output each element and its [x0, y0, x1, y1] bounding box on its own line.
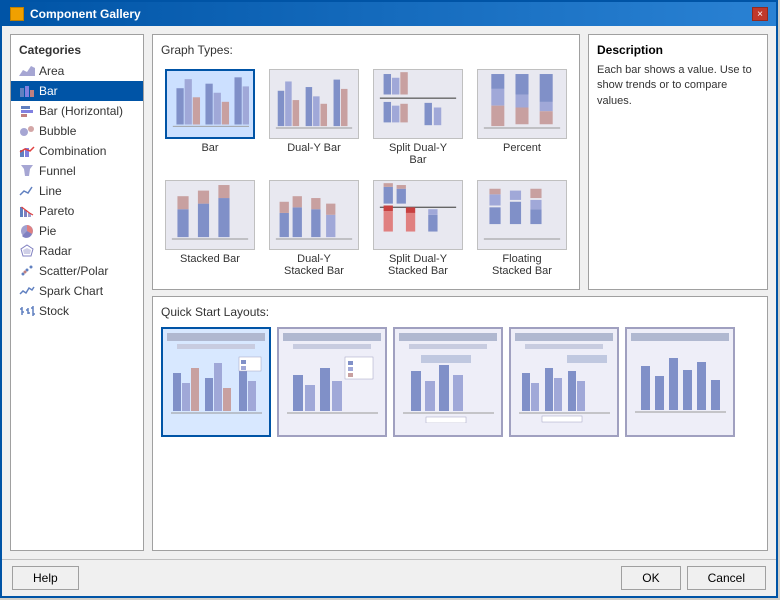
sidebar-item-bar-horizontal[interactable]: Bar (Horizontal): [11, 101, 143, 121]
bar-thumbnail: [165, 69, 255, 139]
dual-y-bar-thumbnail: [269, 69, 359, 139]
combination-icon: [19, 144, 35, 158]
quick-start-title: Quick Start Layouts:: [161, 305, 759, 319]
pareto-icon: [19, 204, 35, 218]
graph-types-title: Graph Types:: [161, 43, 571, 57]
split-dual-y-thumbnail: [373, 69, 463, 139]
sidebar-item-scatter[interactable]: Scatter/Polar: [11, 261, 143, 281]
stacked-bar-label: Stacked Bar: [180, 253, 240, 265]
floating-stacked-label: Floating Stacked Bar: [492, 253, 552, 277]
title-bar: Component Gallery ×: [2, 2, 776, 26]
graph-item-split-dual-y-stacked[interactable]: Split Dual-Y Stacked Bar: [369, 176, 467, 281]
dual-y-bar-label: Dual-Y Bar: [287, 142, 341, 154]
spark-icon: [19, 284, 35, 298]
description-title: Description: [597, 43, 759, 57]
sidebar-item-combination[interactable]: Combination: [11, 141, 143, 161]
scatter-icon: [19, 264, 35, 278]
graph-item-dual-y-stacked[interactable]: Dual-Y Stacked Bar: [265, 176, 363, 281]
sidebar-item-area[interactable]: Area: [11, 61, 143, 81]
bar-horizontal-icon: [19, 104, 35, 118]
ok-button[interactable]: OK: [621, 566, 680, 590]
qs4-header: [515, 333, 613, 341]
bar-icon: [19, 84, 35, 98]
qs5-chart: [633, 344, 728, 424]
qs3-header: [399, 333, 497, 341]
main-area: Graph Types:: [152, 34, 768, 551]
qs2-header: [283, 333, 381, 341]
percent-thumbnail: [477, 69, 567, 139]
quick-start-panel: Quick Start Layouts:: [152, 296, 768, 551]
floating-stacked-thumbnail: [477, 180, 567, 250]
graph-item-stacked-bar[interactable]: Stacked Bar: [161, 176, 259, 281]
footer-right: OK Cancel: [621, 566, 766, 590]
area-icon: [19, 64, 35, 78]
sidebar-item-stock[interactable]: Stock: [11, 301, 143, 321]
funnel-icon: [19, 164, 35, 178]
graph-item-bar[interactable]: Bar: [161, 65, 259, 170]
quick-item-3[interactable]: [393, 327, 503, 437]
sidebar-item-pie[interactable]: Pie: [11, 221, 143, 241]
dual-y-stacked-thumbnail: [269, 180, 359, 250]
sidebar-item-spark[interactable]: Spark Chart: [11, 281, 143, 301]
qs3-chart: [401, 353, 496, 423]
qs3-sub: [409, 344, 487, 349]
graph-item-split-dual-y[interactable]: Split Dual-Y Bar: [369, 65, 467, 170]
stacked-bar-thumbnail: [165, 180, 255, 250]
sidebar-item-funnel[interactable]: Funnel: [11, 161, 143, 181]
bubble-icon: [19, 124, 35, 138]
qs2-sub: [293, 344, 371, 349]
graph-item-floating-stacked[interactable]: Floating Stacked Bar: [473, 176, 571, 281]
line-icon: [19, 184, 35, 198]
top-row: Graph Types:: [152, 34, 768, 290]
quick-item-1[interactable]: [161, 327, 271, 437]
quick-item-5[interactable]: [625, 327, 735, 437]
pie-icon: [19, 224, 35, 238]
graph-item-dual-y-bar[interactable]: Dual-Y Bar: [265, 65, 363, 170]
stock-icon: [19, 304, 35, 318]
footer: Help OK Cancel: [2, 559, 776, 596]
sidebar-item-bubble[interactable]: Bubble: [11, 121, 143, 141]
dialog-icon: [10, 7, 24, 21]
help-button[interactable]: Help: [12, 566, 79, 590]
title-bar-left: Component Gallery: [10, 7, 141, 21]
dialog-title: Component Gallery: [30, 7, 141, 21]
qs4-chart: [517, 353, 612, 423]
description-text: Each bar shows a value. Use to show tren…: [597, 63, 759, 109]
graph-types-panel: Graph Types:: [152, 34, 580, 290]
cancel-button[interactable]: Cancel: [687, 566, 766, 590]
dual-y-stacked-label: Dual-Y Stacked Bar: [284, 253, 344, 277]
component-gallery-dialog: Component Gallery × Categories Area Bar: [0, 0, 778, 598]
qs1-sub: [177, 344, 255, 349]
split-dual-y-label: Split Dual-Y Bar: [389, 142, 447, 166]
quick-item-2[interactable]: [277, 327, 387, 437]
percent-label: Percent: [503, 142, 541, 154]
qs5-header: [631, 333, 729, 341]
sidebar-item-line[interactable]: Line: [11, 181, 143, 201]
sidebar-item-pareto[interactable]: Pareto: [11, 201, 143, 221]
qs2-chart: [285, 353, 380, 423]
dialog-body: Categories Area Bar Bar (Horizontal): [2, 26, 776, 559]
split-dual-y-stacked-thumbnail: [373, 180, 463, 250]
qs4-sub: [525, 344, 603, 349]
description-panel: Description Each bar shows a value. Use …: [588, 34, 768, 290]
categories-sidebar: Categories Area Bar Bar (Horizontal): [10, 34, 144, 551]
split-dual-y-stacked-label: Split Dual-Y Stacked Bar: [388, 253, 448, 277]
close-button[interactable]: ×: [752, 7, 768, 21]
graph-item-percent[interactable]: Percent: [473, 65, 571, 170]
bar-label: Bar: [201, 142, 218, 154]
qs1-chart: [169, 353, 264, 423]
sidebar-item-bar[interactable]: Bar: [11, 81, 143, 101]
qs1-header: [167, 333, 265, 341]
quick-item-4[interactable]: [509, 327, 619, 437]
sidebar-item-radar[interactable]: Radar: [11, 241, 143, 261]
graph-types-grid: Bar: [161, 65, 571, 281]
categories-header: Categories: [11, 39, 143, 61]
radar-icon: [19, 244, 35, 258]
quick-start-grid: [161, 327, 759, 437]
